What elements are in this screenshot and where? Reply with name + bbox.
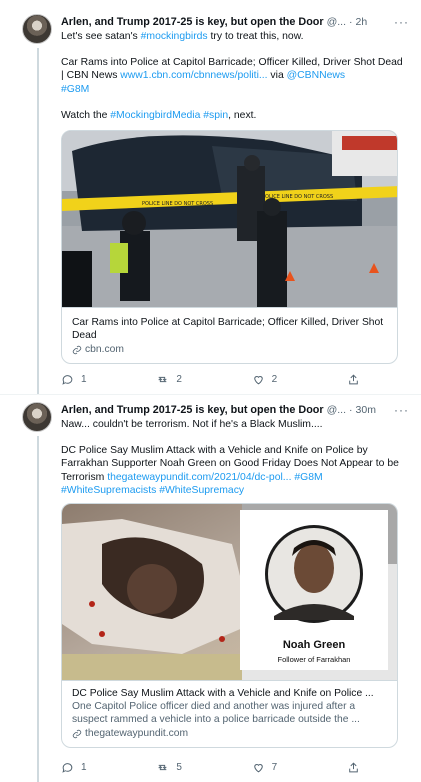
card-title: Car Rams into Police at Capitol Barricad… [72,317,384,341]
display-name[interactable]: Arlen, and Trump 2017-25 is key, but ope… [61,404,324,416]
tweet-paragraph: DC Police Say Muslim Attack with a Vehic… [61,444,407,497]
domain-text: cbn.com [85,344,124,355]
reply-count: 1 [81,762,87,773]
url-link[interactable]: thegatewaypundit.com/2021/04/dc-pol... [107,472,291,483]
tweet-paragraph: Watch the #MockingbirdMedia #spin, next. [61,109,407,122]
like-count: 7 [271,762,278,773]
card-description: One Capitol Police officer died and anot… [72,701,360,725]
timestamp[interactable]: 2h [356,16,368,28]
text-span: try to treat this, now. [207,31,304,42]
tweet-header: Arlen, and Trump 2017-25 is key, but ope… [61,15,409,29]
text-span: Watch the [61,109,111,121]
hashtag-link[interactable]: #WhiteSupremacy [159,485,244,496]
user-handle[interactable]: @... [327,16,346,28]
link-icon [72,345,82,354]
tweet[interactable]: Arlen, and Trump 2017-25 is key, but ope… [0,395,421,782]
news-photo: Noah Green Follower of Farrakhan [62,504,397,680]
more-options-icon[interactable]: ··· [394,403,409,417]
heart-icon [253,376,263,385]
thread-line [37,48,39,395]
link-icon [72,729,82,738]
retweet-count: 2 [176,374,182,385]
hashtag-link[interactable]: #G8M [294,472,322,483]
retweet-icon [158,376,167,383]
link-card[interactable]: POLICE LINE DO NOT CROSS POLICE LINE DO … [61,130,398,364]
tweet-text: Naw... couldn't be terrorism. Not if he'… [61,418,407,510]
text-span: , next. [228,109,257,121]
tweet-paragraph: Car Rams into Police at Capitol Barricad… [61,56,407,96]
tape-text: POLICE LINE DO NOT CROSS [142,201,213,207]
card-text: Car Rams into Police at Capitol Barricad… [62,307,397,363]
reply-button[interactable]: 1 [61,373,101,386]
card-title: DC Police Say Muslim Attack with a Vehic… [72,688,374,699]
card-domain: thegatewaypundit.com [72,728,387,739]
separator-dot: · [349,404,353,416]
url-link[interactable]: www1.cbn.com/cbnnews/politi... [120,70,267,81]
tweet-header: Arlen, and Trump 2017-25 is key, but ope… [61,403,409,417]
avatar[interactable] [22,14,52,44]
user-handle[interactable]: @... [327,404,346,416]
reply-button[interactable]: 1 [61,761,101,774]
avatar[interactable] [22,402,52,432]
action-bar: 1 5 7 [61,761,361,774]
card-text: DC Police Say Muslim Attack with a Vehic… [62,680,397,747]
action-bar: 1 2 2 [61,373,361,386]
hashtag-link[interactable]: #spin [203,110,228,121]
mention-link[interactable]: @CBNNews [287,70,345,81]
reply-count: 1 [81,374,87,385]
crime-scene-photo: POLICE LINE DO NOT CROSS POLICE LINE DO … [62,131,397,307]
domain-text: thegatewaypundit.com [85,728,189,739]
card-image: Noah Green Follower of Farrakhan [62,504,397,680]
retweet-button[interactable]: 2 [156,373,196,386]
tweet[interactable]: Arlen, and Trump 2017-25 is key, but ope… [0,0,421,395]
share-icon [349,762,358,773]
display-name[interactable]: Arlen, and Trump 2017-25 is key, but ope… [61,16,324,28]
heart-icon [253,764,263,773]
inset-subtitle: Follower of Farrakhan [278,655,351,664]
hashtag-link[interactable]: #mockingbirds [141,31,208,42]
separator-dot: · [349,16,353,28]
share-icon [349,374,358,385]
retweet-button[interactable]: 5 [156,761,196,774]
more-options-icon[interactable]: ··· [394,15,409,29]
hashtag-link[interactable]: #MockingbirdMedia [110,110,200,121]
text-span: Let's see satan's [61,31,141,42]
like-count: 2 [271,374,278,385]
hashtag-link[interactable]: #G8M [61,84,89,95]
tweet-paragraph: Let's see satan's #mockingbirds try to t… [61,30,407,43]
link-card[interactable]: Noah Green Follower of Farrakhan DC Poli… [61,503,398,748]
retweet-count: 5 [176,762,182,773]
thread-line [37,436,39,782]
reply-icon [62,375,73,385]
share-button[interactable] [347,761,361,774]
like-button[interactable]: 2 [252,373,292,386]
like-button[interactable]: 7 [252,761,292,774]
card-image: POLICE LINE DO NOT CROSS POLICE LINE DO … [62,131,397,307]
reply-icon [62,763,73,773]
tweet-paragraph: Naw... couldn't be terrorism. Not if he'… [61,419,323,430]
card-domain: cbn.com [72,344,387,355]
retweet-icon [158,764,167,771]
inset-name: Noah Green [283,639,346,651]
hashtag-link[interactable]: #WhiteSupremacists [61,485,156,496]
text-span: via [267,70,287,82]
share-button[interactable] [347,373,361,386]
tweet-text: Let's see satan's #mockingbirds try to t… [61,30,407,135]
timestamp[interactable]: 30m [356,404,376,416]
